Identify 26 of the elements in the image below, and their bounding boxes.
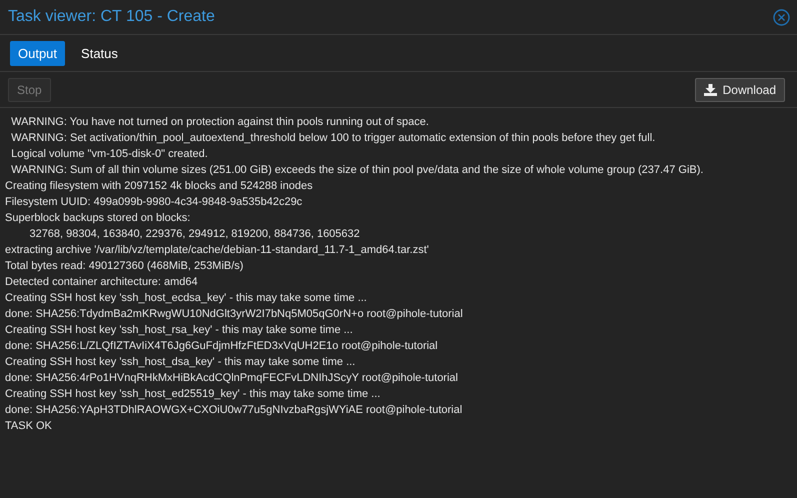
log-line: Total bytes read: 490127360 (468MiB, 253MiB/s)	[5, 259, 244, 274]
log-line: WARNING: Sum of all thin volume sizes (251.00 GiB) exceeds the size of thin pool pve/data and the size of whole volume group (237.47 GiB).	[10, 163, 704, 178]
log-line: Logical volume "vm-105-disk-0" created.	[10, 147, 209, 162]
log-line: Creating SSH host key 'ssh_host_rsa_key' - this may take some time ...	[5, 323, 354, 338]
log-line: 32768, 98304, 163840, 229376, 294912, 819200, 884736, 1605632	[28, 227, 361, 242]
log-line: done: SHA256:YApH3TDhlRAOWGX+CXOiU0w77u5gNIvzbaRgsjWYiAE root@pihole-tutorial	[5, 403, 464, 418]
log-line: done: SHA256:L/ZLQfIZTAvIiX4T6Jg6GuFdjmHfzFtED3xVqUH2E1o root@pihole-tutorial	[5, 339, 439, 354]
log-line: Creating filesystem with 2097152 4k blocks and 524288 inodes	[5, 179, 314, 194]
log-line: done: SHA256:TdydmBa2mKRwgWU10NdGlt3yrW2I7bNq5M05qG0rN+o root@pihole-tutorial	[5, 307, 464, 322]
log-line: Detected container architecture: amd64	[5, 275, 199, 290]
log-line: Filesystem UUID: 499a099b-9980-4c34-9848-9a535b42c29c	[5, 195, 304, 210]
log-line: TASK OK	[5, 419, 53, 434]
log-line: done: SHA256:4rPo1HVnqRHkMxHiBkAcdCQlnPmqFECFvLDNIhJScyY root@pihole-tutorial	[5, 371, 459, 386]
download-button[interactable]: Download	[694, 78, 785, 102]
log-line: WARNING: You have not turned on protection against thin pools running out of space.	[10, 115, 430, 130]
window-title: Task viewer: CT 105 - Create	[8, 8, 215, 26]
log-line: Creating SSH host key 'ssh_host_dsa_key' - this may take some time ...	[5, 355, 356, 370]
log-line: WARNING: Set activation/thin_pool_autoextend_threshold below 100 to trigger automatic extension of thin pools before they get full.	[10, 131, 656, 146]
log-line: extracting archive '/var/lib/vz/template/cache/debian-11-standard_11.7-1_amd64.tar.zst'	[5, 243, 430, 258]
log-line: Creating SSH host key 'ssh_host_ed25519_key' - this may take some time ...	[5, 387, 382, 402]
tab[interactable]: Status	[73, 40, 126, 66]
log-line: Superblock backups stored on blocks:	[5, 211, 192, 226]
log-line: Creating SSH host key 'ssh_host_ecdsa_key' - this may take some time ...	[5, 291, 368, 306]
tab[interactable]: Output	[10, 40, 66, 66]
close-icon[interactable]	[773, 8, 790, 26]
download-icon	[704, 84, 717, 96]
